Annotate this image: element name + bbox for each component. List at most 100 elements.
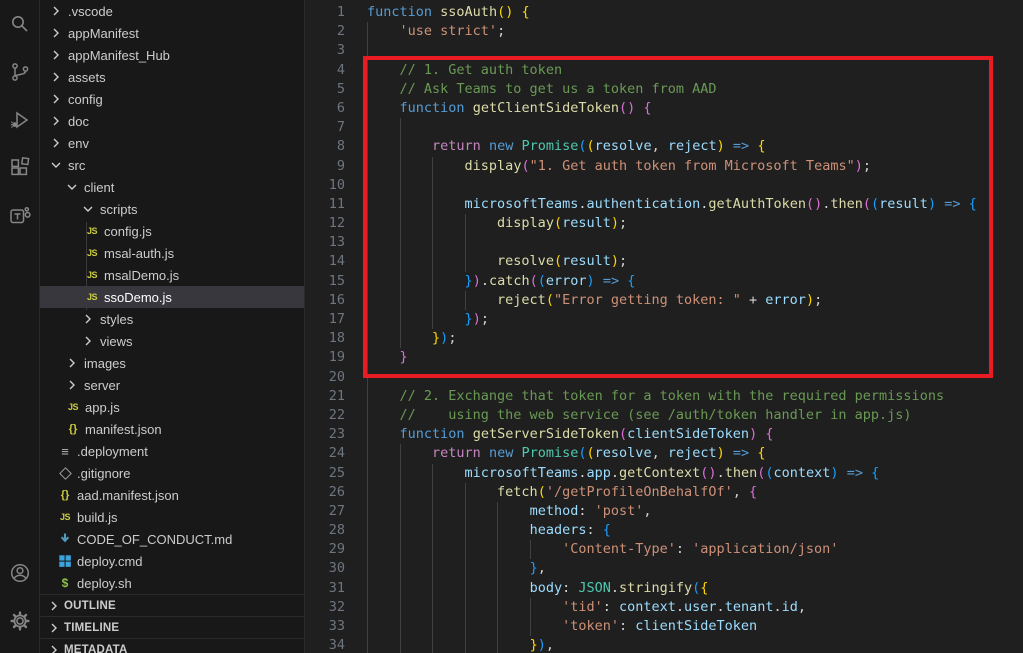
- code-line-11[interactable]: 11 microsoftTeams.authentication.getAuth…: [305, 194, 1023, 215]
- tree-item-src[interactable]: src: [40, 154, 304, 176]
- chevron-right-icon[interactable]: [46, 598, 62, 614]
- chevron-right-icon[interactable]: [64, 377, 80, 393]
- code-line-12[interactable]: 12 display(result);: [305, 214, 1023, 234]
- tree-item-ssodemo-js[interactable]: JS ssoDemo.js: [40, 286, 304, 308]
- extensions-icon[interactable]: [0, 144, 40, 192]
- code-line-24[interactable]: 24 return new Promise((resolve, reject) …: [305, 444, 1023, 464]
- tree-item-client[interactable]: client: [40, 176, 304, 198]
- code-editor[interactable]: 1 function ssoAuth() {2 'use strict'; 3 4 /…: [305, 0, 1023, 653]
- code-line-6[interactable]: 6 function getClientSideToken() {: [305, 98, 1023, 119]
- code-line-9[interactable]: 9 display("1. Get auth token from Micros…: [305, 156, 1023, 176]
- chevron-right-icon[interactable]: [48, 135, 64, 151]
- panel-timeline[interactable]: TIMELINE: [40, 616, 304, 638]
- tree-item-vscode[interactable]: .vscode: [40, 0, 304, 22]
- tree-item-deployment[interactable]: ≡ .deployment: [40, 440, 304, 462]
- tree-item-config-js[interactable]: JS config.js: [40, 220, 304, 242]
- vscode-window: .vscode appManifest appManifest_Hub assets c…: [0, 0, 1023, 653]
- chevron-down-icon[interactable]: [80, 201, 96, 217]
- activity-bar-top: [0, 0, 40, 240]
- code-line-20[interactable]: 20: [305, 367, 1023, 387]
- chevron-right-icon[interactable]: [48, 47, 64, 63]
- tree-item-label: appManifest: [68, 25, 139, 41]
- code-line-28[interactable]: 28 headers: {: [305, 521, 1023, 541]
- panel-metadata[interactable]: METADATA: [40, 638, 304, 653]
- tree-item-doc[interactable]: doc: [40, 110, 304, 132]
- indent-guide: [399, 559, 401, 579]
- tree-item-deploy-sh[interactable]: $ deploy.sh: [40, 572, 304, 594]
- code-line-17[interactable]: 17 });: [305, 310, 1023, 330]
- tree-item-deploy-cmd[interactable]: deploy.cmd: [40, 550, 304, 572]
- chevron-right-icon[interactable]: [48, 91, 64, 107]
- tree-item-styles[interactable]: styles: [40, 308, 304, 330]
- code-line-26[interactable]: 26 fetch('/getProfileOnBehalfOf', {: [305, 482, 1023, 502]
- panel-label: OUTLINE: [64, 599, 116, 612]
- account-icon[interactable]: [0, 549, 40, 597]
- tree-item-app-js[interactable]: JS app.js: [40, 396, 304, 418]
- code-line-5[interactable]: 5 // Ask Teams to get us a token from AA…: [305, 79, 1023, 99]
- chevron-down-icon[interactable]: [48, 157, 64, 173]
- tree-item-appmanifest-hub[interactable]: appManifest_Hub: [40, 44, 304, 66]
- code-line-25[interactable]: 25 microsoftTeams.app.getContext().then(…: [305, 463, 1023, 483]
- tree-item-server[interactable]: server: [40, 374, 304, 396]
- tree-item-env[interactable]: env: [40, 132, 304, 154]
- code-line-27[interactable]: 27 method: 'post',: [305, 501, 1023, 522]
- chevron-right-icon[interactable]: [46, 642, 62, 653]
- code-line-19[interactable]: 19 }: [305, 348, 1023, 368]
- search-icon[interactable]: [0, 0, 40, 48]
- manage-settings-icon[interactable]: [0, 597, 40, 645]
- indent-guide: [399, 233, 401, 253]
- run-and-debug-icon[interactable]: [0, 96, 40, 144]
- chevron-right-icon[interactable]: [48, 113, 64, 129]
- tree-item-gitignore[interactable]: .gitignore: [40, 462, 304, 484]
- code-line-4[interactable]: 4 // 1. Get auth token: [305, 60, 1023, 80]
- code-line-32[interactable]: 32 'tid': context.user.tenant.id,: [305, 597, 1023, 617]
- chevron-right-icon[interactable]: [80, 333, 96, 349]
- code-line-21[interactable]: 21 // 2. Exchange that token for a token…: [305, 386, 1023, 406]
- code-line-1[interactable]: 1 function ssoAuth() {: [305, 3, 1023, 22]
- chevron-right-icon[interactable]: [48, 25, 64, 41]
- code-line-23[interactable]: 23 function getServerSideToken(clientSid…: [305, 425, 1023, 445]
- chevron-right-icon[interactable]: [48, 3, 64, 19]
- code-line-31[interactable]: 31 body: JSON.stringify({: [305, 578, 1023, 598]
- tree-item-views[interactable]: views: [40, 330, 304, 352]
- source-control-icon[interactable]: [0, 48, 40, 96]
- code-line-10[interactable]: 10: [305, 175, 1023, 195]
- indent-guide: [367, 578, 368, 598]
- tree-item-build-js[interactable]: JS build.js: [40, 506, 304, 528]
- tree-item-scripts[interactable]: scripts: [40, 198, 304, 220]
- code-line-22[interactable]: 22 // using the web service (see /auth/t…: [305, 405, 1023, 426]
- chevron-right-icon[interactable]: [80, 311, 96, 327]
- tree-item-appmanifest[interactable]: appManifest: [40, 22, 304, 44]
- chevron-right-icon[interactable]: [64, 355, 80, 371]
- tree-item-msaldemo-js[interactable]: JS msalDemo.js: [40, 264, 304, 286]
- panel-outline[interactable]: OUTLINE: [40, 594, 304, 616]
- tree-item-msal-auth-js[interactable]: JS msal-auth.js: [40, 242, 304, 264]
- code-line-3[interactable]: 3: [305, 41, 1023, 61]
- code-line-7[interactable]: 7: [305, 118, 1023, 138]
- code-line-14[interactable]: 14 resolve(result);: [305, 252, 1023, 272]
- tree-item-images[interactable]: images: [40, 352, 304, 374]
- tree-item-code-of-conduct-md[interactable]: CODE_OF_CONDUCT.md: [40, 528, 304, 550]
- indent-guide: [367, 597, 368, 617]
- tree-item-config[interactable]: config: [40, 88, 304, 110]
- code-line-13[interactable]: 13: [305, 233, 1023, 253]
- tree-item-assets[interactable]: assets: [40, 66, 304, 88]
- code-line-34[interactable]: 34 }),: [305, 636, 1023, 653]
- tree-item-aad-manifest-json[interactable]: {} aad.manifest.json: [40, 484, 304, 506]
- code-line-8[interactable]: 8 return new Promise((resolve, reject) =…: [305, 137, 1023, 157]
- code-line-2[interactable]: 2 'use strict';: [305, 22, 1023, 42]
- indent-guide: [432, 252, 434, 272]
- code-line-16[interactable]: 16 reject("Error getting token: " + erro…: [305, 290, 1023, 310]
- chevron-right-icon[interactable]: [48, 69, 64, 85]
- code-line-text: // 2. Exchange that token for a token wi…: [367, 386, 944, 406]
- code-line-33[interactable]: 33 'token': clientSideToken: [305, 617, 1023, 637]
- code-line-29[interactable]: 29 'Content-Type': 'application/json': [305, 540, 1023, 560]
- code-line-18[interactable]: 18 });: [305, 329, 1023, 349]
- code-line-15[interactable]: 15 }).catch((error) => {: [305, 271, 1023, 291]
- teams-toolkit-icon[interactable]: [0, 192, 40, 240]
- chevron-down-icon[interactable]: [64, 179, 80, 195]
- chevron-right-icon[interactable]: [46, 620, 62, 636]
- indent-guide: [399, 214, 401, 234]
- code-line-30[interactable]: 30 },: [305, 559, 1023, 579]
- tree-item-manifest-json[interactable]: {} manifest.json: [40, 418, 304, 440]
